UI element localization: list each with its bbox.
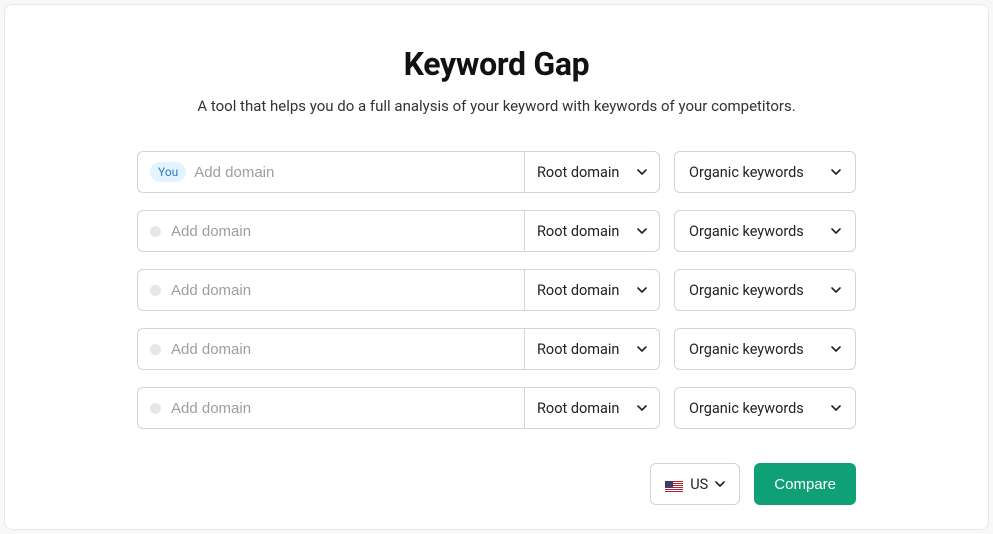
- keywords-select[interactable]: Organic keywords: [674, 210, 856, 252]
- domain-group: Root domain: [137, 328, 660, 370]
- keyword-gap-panel: Keyword Gap A tool that helps you do a f…: [4, 4, 989, 530]
- page-subtitle: A tool that helps you do a full analysis…: [137, 97, 856, 115]
- keywords-select[interactable]: Organic keywords: [674, 151, 856, 193]
- domain-group: Root domain: [137, 269, 660, 311]
- keywords-select-label: Organic keywords: [689, 164, 804, 181]
- compare-button[interactable]: Compare: [754, 463, 856, 505]
- chevron-down-icon: [715, 479, 725, 489]
- competitor-dot-icon: [150, 344, 161, 355]
- domain-row: Root domain Organic keywords: [137, 269, 856, 311]
- domain-input[interactable]: [171, 282, 512, 299]
- domain-input-wrap: You: [138, 152, 525, 192]
- domain-input[interactable]: [171, 223, 512, 240]
- scope-select-label: Root domain: [537, 282, 619, 299]
- keywords-select[interactable]: Organic keywords: [674, 328, 856, 370]
- you-pill: You: [150, 162, 186, 182]
- domain-rows: You Root domain Organic keywords: [137, 151, 856, 429]
- country-select[interactable]: US: [650, 463, 740, 505]
- domain-group: You Root domain: [137, 151, 660, 193]
- domain-group: Root domain: [137, 210, 660, 252]
- domain-input[interactable]: [171, 341, 512, 358]
- domain-input[interactable]: [171, 400, 512, 417]
- chevron-down-icon: [637, 403, 647, 413]
- domain-row: Root domain Organic keywords: [137, 210, 856, 252]
- domain-row: Root domain Organic keywords: [137, 328, 856, 370]
- domain-input-wrap: [138, 388, 525, 428]
- keywords-select-label: Organic keywords: [689, 282, 804, 299]
- keywords-select-label: Organic keywords: [689, 223, 804, 240]
- scope-select-label: Root domain: [537, 341, 619, 358]
- chevron-down-icon: [831, 344, 841, 354]
- country-select-label: US: [690, 476, 708, 493]
- keywords-select-label: Organic keywords: [689, 400, 804, 417]
- keywords-select-label: Organic keywords: [689, 341, 804, 358]
- chevron-down-icon: [637, 226, 647, 236]
- chevron-down-icon: [831, 403, 841, 413]
- scope-select-label: Root domain: [537, 400, 619, 417]
- flag-us-icon: [665, 478, 683, 490]
- domain-row: You Root domain Organic keywords: [137, 151, 856, 193]
- scope-select[interactable]: Root domain: [525, 388, 659, 428]
- chevron-down-icon: [831, 167, 841, 177]
- competitor-dot-icon: [150, 226, 161, 237]
- chevron-down-icon: [831, 226, 841, 236]
- chevron-down-icon: [637, 285, 647, 295]
- competitor-dot-icon: [150, 285, 161, 296]
- chevron-down-icon: [637, 167, 647, 177]
- page-title: Keyword Gap: [137, 45, 856, 83]
- domain-input-wrap: [138, 211, 525, 251]
- scope-select-label: Root domain: [537, 223, 619, 240]
- domain-group: Root domain: [137, 387, 660, 429]
- scope-select[interactable]: Root domain: [525, 329, 659, 369]
- chevron-down-icon: [637, 344, 647, 354]
- chevron-down-icon: [831, 285, 841, 295]
- scope-select[interactable]: Root domain: [525, 211, 659, 251]
- scope-select-label: Root domain: [537, 164, 619, 181]
- competitor-dot-icon: [150, 403, 161, 414]
- domain-input[interactable]: [194, 164, 512, 181]
- domain-input-wrap: [138, 270, 525, 310]
- scope-select[interactable]: Root domain: [525, 270, 659, 310]
- footer-controls: US Compare: [137, 463, 856, 505]
- keywords-select[interactable]: Organic keywords: [674, 387, 856, 429]
- domain-row: Root domain Organic keywords: [137, 387, 856, 429]
- keywords-select[interactable]: Organic keywords: [674, 269, 856, 311]
- domain-input-wrap: [138, 329, 525, 369]
- scope-select[interactable]: Root domain: [525, 152, 659, 192]
